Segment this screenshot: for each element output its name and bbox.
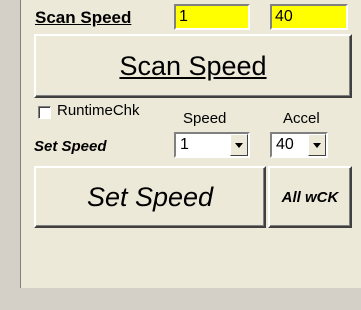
runtime-chk-label: RuntimeChk (57, 102, 140, 119)
speed-dropdown-arrow[interactable] (230, 134, 248, 156)
scan-speed-label: Scan Speed (35, 8, 132, 27)
speed-select[interactable]: 1 (174, 132, 250, 158)
all-wck-button[interactable]: All wCK (268, 166, 352, 228)
chevron-down-icon (313, 142, 321, 148)
set-speed-button[interactable]: Set Speed (34, 166, 266, 228)
accel-select-value: 40 (276, 136, 294, 153)
scan-speed-value-field[interactable]: 1 (174, 4, 250, 30)
runtime-chk-checkbox[interactable] (38, 106, 51, 119)
scan-speed-panel: Scan Speed 1 40 Scan Speed RuntimeChk Sp… (20, 0, 361, 288)
accel-header-label: Accel (283, 110, 320, 127)
scan-speed-button-label: Scan Speed (119, 50, 267, 81)
all-wck-button-label: All wCK (281, 188, 339, 206)
speed-header-label: Speed (183, 110, 227, 127)
scan-accel-value-field[interactable]: 40 (270, 4, 348, 30)
speed-select-value: 1 (180, 136, 189, 153)
accel-select[interactable]: 40 (270, 132, 328, 158)
scan-speed-button[interactable]: Scan Speed (34, 34, 352, 98)
set-speed-button-label: Set Speed (86, 181, 214, 212)
chevron-down-icon (235, 142, 243, 148)
accel-dropdown-arrow[interactable] (308, 134, 326, 156)
set-speed-label: Set Speed (34, 138, 107, 155)
